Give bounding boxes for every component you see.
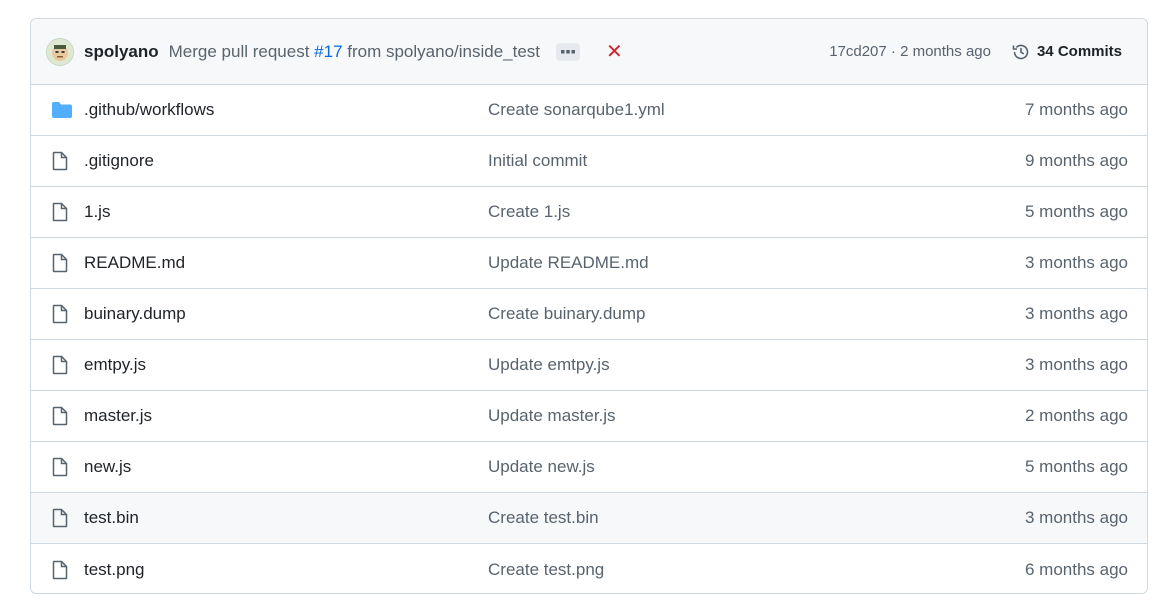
- commits-history-link[interactable]: 34 Commits: [1011, 42, 1122, 62]
- file-row[interactable]: .gitignore Initial commit 9 months ago: [31, 136, 1147, 187]
- file-commit-time: 2 months ago: [1024, 406, 1128, 425]
- file-commit-message-link[interactable]: Create buinary.dump: [488, 304, 1025, 324]
- file-name-link[interactable]: 1.js: [84, 202, 488, 222]
- file-row[interactable]: test.png Create test.png 6 months ago: [31, 544, 1147, 593]
- file-row[interactable]: 1.js Create 1.js 5 months ago: [31, 187, 1147, 238]
- commits-count-label: 34 Commits: [1036, 43, 1122, 60]
- file-commit-time: 5 months ago: [1024, 457, 1128, 476]
- expand-commit-message-button[interactable]: [556, 42, 581, 61]
- file-icon: [51, 304, 73, 324]
- file-row[interactable]: README.md Update README.md 3 months ago: [31, 238, 1147, 289]
- file-name-link[interactable]: test.png: [84, 560, 488, 580]
- file-name-link[interactable]: README.md: [84, 253, 488, 273]
- file-commit-message-link[interactable]: Update emtpy.js: [488, 355, 1025, 375]
- file-icon: [51, 457, 73, 477]
- file-row[interactable]: .github/workflows Create sonarqube1.yml 7 …: [31, 85, 1147, 136]
- file-commit-message-link[interactable]: Update master.js: [488, 406, 1025, 426]
- file-commit-message-link[interactable]: Create 1.js: [488, 202, 1025, 222]
- file-row[interactable]: new.js Update new.js 5 months ago: [31, 442, 1147, 493]
- file-name-link[interactable]: test.bin: [84, 508, 488, 528]
- history-icon: [1012, 44, 1029, 59]
- file-icon: [51, 202, 73, 222]
- file-icon: [51, 406, 73, 426]
- file-name-link[interactable]: buinary.dump: [84, 304, 488, 324]
- file-icon: [51, 508, 73, 528]
- file-icon: [51, 253, 73, 273]
- file-row[interactable]: master.js Update master.js 2 months ago: [31, 391, 1147, 442]
- file-name-link[interactable]: .gitignore: [84, 151, 488, 171]
- file-icon: [51, 151, 73, 171]
- file-commit-time: 9 months ago: [1024, 151, 1128, 170]
- check-status-failed-icon[interactable]: ✕: [606, 42, 623, 62]
- file-row[interactable]: test.bin Create test.bin 3 months ago: [31, 493, 1147, 544]
- file-icon: [51, 355, 73, 375]
- file-commit-time: 6 months ago: [1024, 559, 1128, 579]
- file-commit-time: 3 months ago: [1024, 304, 1128, 323]
- file-name-link[interactable]: .github/workflows: [84, 100, 488, 120]
- file-commit-time: 3 months ago: [1024, 355, 1128, 374]
- file-commit-message-link[interactable]: Create test.bin: [488, 508, 1025, 528]
- file-commit-time: 7 months ago: [1024, 100, 1128, 119]
- file-name-link[interactable]: new.js: [84, 457, 488, 477]
- file-commit-message-link[interactable]: Create test.png: [488, 560, 1025, 580]
- file-commit-time: 5 months ago: [1024, 202, 1128, 221]
- commit-sha-and-time[interactable]: 17cd207 · 2 months ago: [829, 43, 991, 60]
- file-row[interactable]: buinary.dump Create buinary.dump 3 months …: [31, 289, 1147, 340]
- avatar[interactable]: [46, 37, 74, 66]
- file-name-link[interactable]: emtpy.js: [84, 355, 488, 375]
- file-name-link[interactable]: master.js: [84, 406, 488, 426]
- ellipsis-icon: [561, 49, 576, 53]
- latest-commit-bar: spolyano Merge pull request #17 from spo…: [31, 19, 1147, 85]
- file-commit-message-link[interactable]: Initial commit: [488, 151, 1025, 171]
- file-commit-message-link[interactable]: Create sonarqube1.yml: [488, 100, 1025, 120]
- file-row[interactable]: emtpy.js Update emtpy.js 3 months ago: [31, 340, 1147, 391]
- file-list: .github/workflows Create sonarqube1.yml 7 …: [31, 85, 1147, 593]
- file-commit-message-link[interactable]: Update README.md: [488, 253, 1025, 273]
- file-icon: [51, 560, 73, 580]
- file-browser: spolyano Merge pull request #17 from spo…: [30, 18, 1148, 594]
- file-commit-time: 3 months ago: [1024, 253, 1128, 272]
- file-commit-time: 3 months ago: [1024, 508, 1128, 527]
- file-commit-message-link[interactable]: Update new.js: [488, 457, 1025, 477]
- commit-message[interactable]: Merge pull request #17 from spolyano/ins…: [169, 42, 540, 62]
- commit-message-suffix: from spolyano/inside_test: [342, 41, 541, 61]
- avatar-face-icon: [47, 38, 73, 65]
- commit-author-link[interactable]: spolyano: [84, 42, 159, 62]
- pull-request-link[interactable]: #17: [314, 42, 342, 61]
- folder-icon: [51, 101, 73, 119]
- commit-message-prefix: Merge pull request: [168, 41, 315, 61]
